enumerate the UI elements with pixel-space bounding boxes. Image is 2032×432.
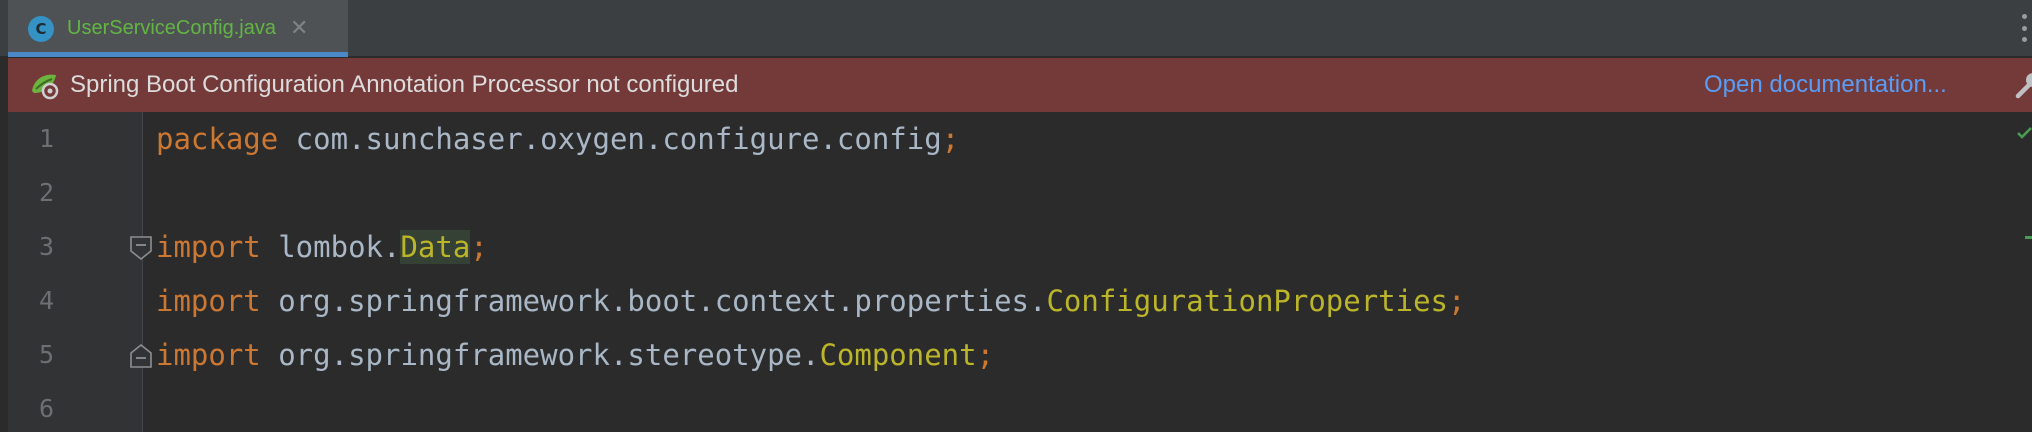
code-editor[interactable]: 1 package com.sunchaser.oxygen.configure… xyxy=(0,112,2032,432)
keyword-token: package xyxy=(156,122,279,156)
notification-banner: Spring Boot Configuration Annotation Pro… xyxy=(8,58,2032,112)
code-line[interactable]: 3 import lombok.Data; xyxy=(0,220,2032,274)
code-line[interactable]: 2 xyxy=(0,166,2032,220)
editor-tab-userserviceconfig[interactable]: C UserServiceConfig.java ✕ xyxy=(8,0,348,57)
package-token: lombok. xyxy=(260,230,401,264)
code-line[interactable]: 5 import org.springframework.stereotype.… xyxy=(0,328,2032,382)
code-text[interactable]: package com.sunchaser.oxygen.configure.c… xyxy=(156,112,959,166)
keyword-token: import xyxy=(156,230,261,264)
wrench-icon[interactable] xyxy=(2012,70,2032,100)
semicolon-token: ; xyxy=(976,338,995,372)
class-token: ConfigurationProperties xyxy=(1046,284,1449,318)
semicolon-token: ; xyxy=(941,122,960,156)
line-number: 6 xyxy=(38,394,54,423)
class-token: Data xyxy=(400,230,471,264)
code-text[interactable]: import org.springframework.stereotype.Co… xyxy=(156,328,994,382)
error-stripe-mark[interactable] xyxy=(2025,236,2032,239)
active-tab-indicator xyxy=(8,52,348,57)
editor-tab-bar: C UserServiceConfig.java ✕ xyxy=(0,0,2032,57)
package-token: com.sunchaser.oxygen.configure.config xyxy=(278,122,942,156)
banner-message: Spring Boot Configuration Annotation Pro… xyxy=(70,71,739,98)
line-number: 4 xyxy=(38,286,54,315)
package-token: org.springframework.stereotype. xyxy=(260,338,820,372)
keyword-token: import xyxy=(156,338,261,372)
fold-marker-icon[interactable] xyxy=(128,235,154,261)
check-icon[interactable] xyxy=(2016,126,2032,140)
line-number: 2 xyxy=(38,178,54,207)
code-text[interactable]: import org.springframework.boot.context.… xyxy=(156,274,1466,328)
package-token: org.springframework.boot.context.propert… xyxy=(260,284,1047,318)
class-token: Component xyxy=(819,338,977,372)
close-icon[interactable]: ✕ xyxy=(290,17,308,40)
tab-options-icon[interactable] xyxy=(2022,14,2030,42)
code-line[interactable]: 1 package com.sunchaser.oxygen.configure… xyxy=(0,112,2032,166)
line-number: 1 xyxy=(38,124,54,153)
semicolon-token: ; xyxy=(470,230,488,264)
code-line[interactable]: 4 import org.springframework.boot.contex… xyxy=(0,274,2032,328)
code-line[interactable]: 6 xyxy=(0,382,2032,432)
java-class-icon: C xyxy=(28,15,54,42)
code-text[interactable]: import lombok.Data; xyxy=(156,220,488,274)
line-number: 3 xyxy=(38,232,54,261)
semicolon-token: ; xyxy=(1448,284,1466,318)
keyword-token: import xyxy=(156,284,261,318)
tab-label: UserServiceConfig.java xyxy=(67,17,276,39)
spring-boot-icon xyxy=(32,74,59,100)
open-documentation-link[interactable]: Open documentation... xyxy=(1704,58,1947,112)
ide-window: C UserServiceConfig.java ✕ Spring Boot C… xyxy=(0,0,2032,432)
fold-marker-icon[interactable] xyxy=(128,343,154,369)
line-number: 5 xyxy=(38,340,54,369)
